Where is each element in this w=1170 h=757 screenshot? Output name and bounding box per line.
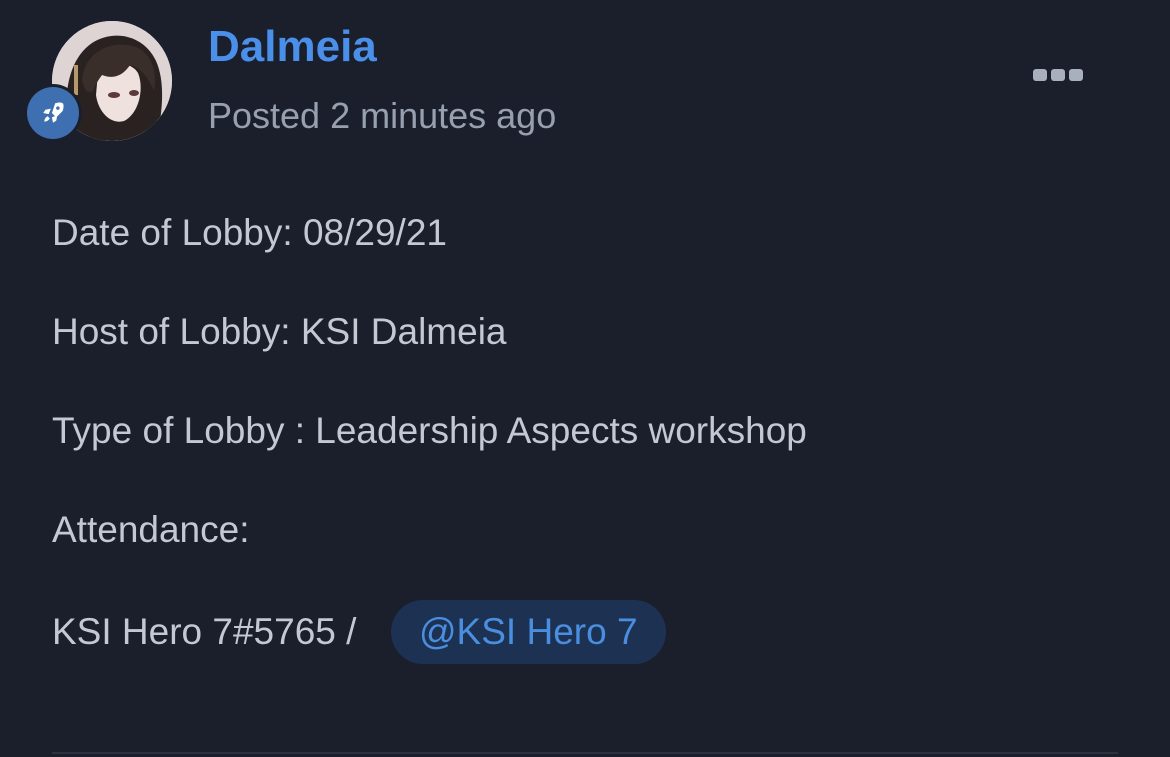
post-line-date: Date of Lobby: 08/29/21 (52, 212, 447, 253)
author-name-link[interactable]: Dalmeia (208, 20, 377, 74)
divider (52, 752, 1118, 754)
more-options-icon (1033, 69, 1047, 81)
forum-post: Dalmeia Posted 2 minutes ago Date of Lob… (0, 0, 1170, 757)
post-timestamp: Posted 2 minutes ago (208, 95, 557, 136)
rocket-icon (43, 102, 64, 123)
more-options-button[interactable] (1028, 60, 1088, 90)
post-line-type: Type of Lobby : Leadership Aspects works… (52, 410, 807, 451)
rank-badge (24, 84, 82, 142)
post-line-attendance: Attendance: (52, 509, 250, 550)
more-options-icon (1051, 69, 1065, 81)
post-line-host: Host of Lobby: KSI Dalmeia (52, 311, 507, 352)
author-avatar-container[interactable] (24, 21, 172, 142)
more-options-icon (1069, 69, 1083, 81)
rank-badge-circle (27, 87, 79, 139)
user-mention-link[interactable]: @KSI Hero 7 (391, 600, 666, 664)
post-line-attendee: KSI Hero 7#5765 / (52, 611, 357, 652)
